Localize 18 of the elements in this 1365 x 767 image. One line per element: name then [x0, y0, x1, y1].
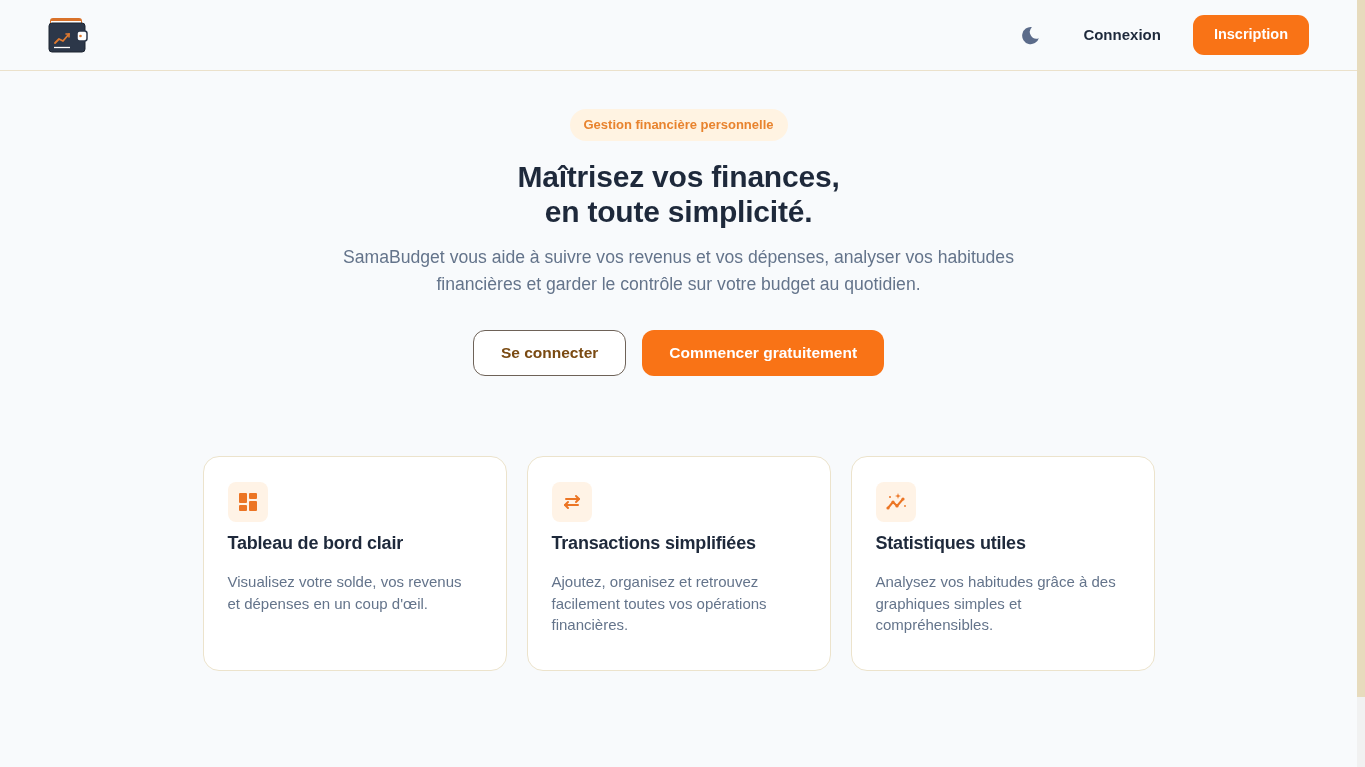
feature-title: Statistiques utiles — [875, 532, 1027, 555]
hero-heading: Maîtrisez vos finances, en toute simplicité. — [516, 158, 841, 229]
wallet-logo-icon[interactable] — [48, 17, 88, 53]
swap-arrows-icon — [551, 481, 592, 522]
feature-description: Visualisez votre solde, vos revenus et dépenses en un coup d'œil. — [227, 572, 463, 614]
feature-title: Tableau de bord clair — [227, 532, 404, 555]
scrollbar-thumb[interactable] — [1357, 0, 1365, 697]
hero-description: SamaBudget vous aide à suivre vos revenus et vos dépenses, analyser vos habitudes financières et garder le contrôle sur votre budget au quotidien. — [342, 245, 1015, 296]
feature-description: Ajoutez, organisez et retrouvez facilement toutes vos opérations financières. — [551, 572, 768, 636]
theme-toggle-button[interactable] — [1021, 25, 1041, 45]
moon-icon — [1021, 25, 1041, 45]
chart-sparkle-icon — [875, 481, 916, 522]
login-link[interactable]: Connexion — [1067, 15, 1177, 55]
hero-tag: Gestion financière personnelle — [569, 109, 788, 141]
login-button[interactable]: Se connecter — [472, 329, 627, 376]
feature-description: Analysez vos habitudes grâce à des graphiques simples et compréhensibles. — [875, 572, 1117, 636]
dashboard-grid-icon — [227, 481, 268, 522]
feature-title: Transactions simplifiées — [551, 532, 757, 555]
